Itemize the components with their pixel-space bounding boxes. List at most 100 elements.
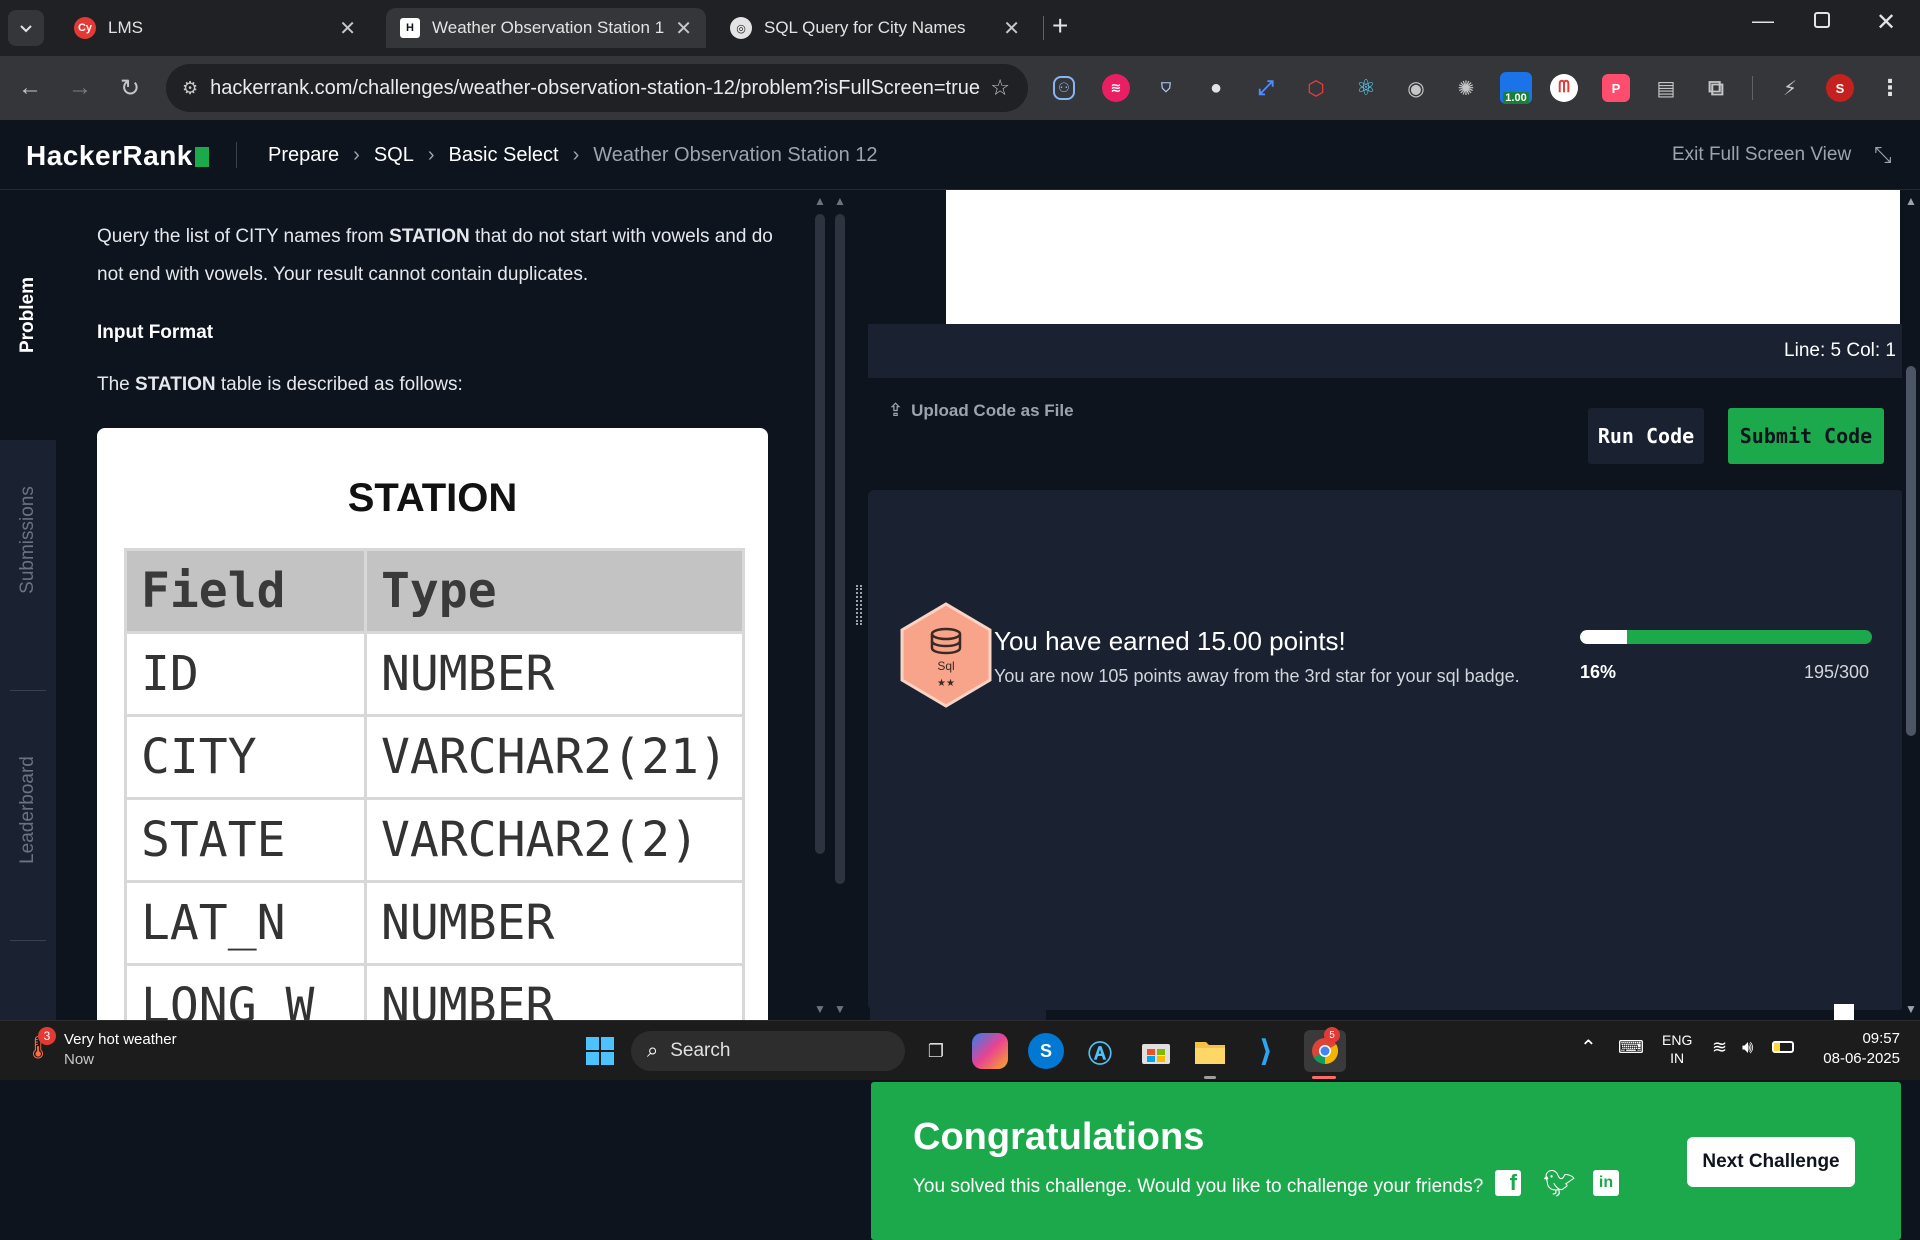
tab-search-button[interactable] <box>8 10 44 46</box>
battery-icon[interactable] <box>1772 1041 1794 1053</box>
header-type: Type <box>364 548 745 634</box>
show-hidden-icons-chevron[interactable]: ⌃ <box>1580 1035 1597 1060</box>
close-tab-icon[interactable]: ✕ <box>675 16 692 41</box>
back-button[interactable]: ← <box>12 70 48 106</box>
tab-leaderboard[interactable]: Leaderboard <box>0 710 56 910</box>
twitter-share-icon[interactable]: 🐦︎ <box>1543 1168 1576 1199</box>
close-tab-icon[interactable]: ✕ <box>339 16 356 41</box>
breadcrumb-prepare[interactable]: Prepare <box>268 144 339 167</box>
arrow-right-icon: → <box>68 74 92 101</box>
tab-lms[interactable]: Cy LMS ✕ <box>60 8 370 48</box>
vscode-icon[interactable]: ⟩ <box>1248 1033 1284 1069</box>
panel-resize-handle[interactable] <box>856 585 862 625</box>
scroll-down-icon[interactable]: ▼ <box>814 1002 826 1016</box>
test-result-tab[interactable] <box>870 984 1046 1020</box>
reload-icon: ↻ <box>119 74 141 102</box>
extension-icon-12[interactable]: P <box>1602 74 1630 102</box>
close-tab-icon[interactable]: ✕ <box>1003 16 1020 41</box>
app-store-icon[interactable]: Ⓐ <box>1082 1033 1118 1069</box>
tab-title: Weather Observation Station 12 <box>432 18 666 37</box>
breadcrumb-basic-select[interactable]: Basic Select <box>449 144 559 167</box>
scroll-to-top-icon[interactable] <box>1834 1004 1854 1020</box>
run-code-button[interactable]: Run Code <box>1588 408 1704 464</box>
microsoft-store-icon[interactable] <box>1138 1033 1174 1069</box>
shield-icon[interactable]: ⛉ <box>1152 74 1180 102</box>
points-earned-text: You have earned 15.00 points! <box>994 626 1346 656</box>
extension-icon-13[interactable]: ▤ <box>1652 74 1680 102</box>
tab-submissions[interactable]: Submissions <box>0 440 56 640</box>
submit-code-button[interactable]: Submit Code <box>1728 408 1884 464</box>
tab-problem[interactable]: Problem <box>0 190 56 440</box>
skype-icon[interactable]: S <box>1028 1033 1064 1069</box>
performance-icon[interactable]: ⚡ <box>1776 74 1804 102</box>
reload-button[interactable]: ↻ <box>112 70 148 106</box>
upload-code-link[interactable]: ⇪ Upload Code as File <box>888 400 1074 421</box>
clock[interactable]: 09:57 08-06-2025 <box>1818 1029 1900 1069</box>
tab-sql-query[interactable]: ◎ SQL Query for City Names ✕ <box>716 8 1034 48</box>
code-editor[interactable] <box>946 190 1900 324</box>
congrats-text: You solved this challenge. Would you lik… <box>913 1176 1484 1197</box>
linkedin-share-icon[interactable]: in <box>1593 1170 1619 1196</box>
profile-avatar[interactable]: S <box>1826 74 1854 102</box>
scroll-up-icon[interactable]: ▲ <box>1905 194 1917 208</box>
task-view-icon[interactable]: ❐ <box>918 1033 954 1069</box>
react-devtools-icon[interactable]: ⚛ <box>1352 74 1380 102</box>
copilot-icon[interactable] <box>972 1033 1008 1069</box>
hackerrank-logo[interactable]: HackerRank <box>26 140 209 172</box>
scroll-up-icon[interactable]: ▲ <box>814 194 826 208</box>
badge-progress-fill <box>1580 630 1627 644</box>
extension-badge-value: 1.00 <box>1503 92 1529 104</box>
extension-icon-6[interactable]: ⬡ <box>1302 74 1330 102</box>
extension-icon-2[interactable]: ≋ <box>1102 74 1130 102</box>
more-menu-icon[interactable]: ⋮ <box>1876 74 1904 102</box>
next-challenge-button[interactable]: Next Challenge <box>1687 1137 1855 1187</box>
language-indicator[interactable]: ENG IN <box>1662 1031 1692 1067</box>
store-bag-icon <box>1142 1044 1170 1064</box>
scroll-down-icon[interactable]: ▼ <box>1905 1002 1917 1016</box>
close-window-button[interactable]: ✕ <box>1876 8 1896 37</box>
table-cell: NUMBER <box>364 631 745 717</box>
file-explorer-icon[interactable] <box>1192 1033 1228 1069</box>
scrollbar-thumb[interactable] <box>815 214 825 854</box>
minimize-button[interactable]: — <box>1752 8 1774 34</box>
windows-start-button[interactable] <box>582 1033 618 1069</box>
extension-icon-1[interactable]: ⚇ <box>1053 76 1075 100</box>
table-row: CITY VARCHAR2(21) <box>124 714 745 800</box>
scrollbar-thumb[interactable] <box>835 214 845 884</box>
extension-icon-9[interactable]: ✺ <box>1452 74 1480 102</box>
weather-title[interactable]: Very hot weather <box>64 1031 177 1048</box>
folder-icon <box>1195 1042 1225 1064</box>
facebook-share-icon[interactable]: f <box>1495 1170 1521 1196</box>
scroll-down-icon[interactable]: ▼ <box>834 1002 846 1016</box>
editor-status-bar: Line: 5 Col: 1 <box>868 324 1906 378</box>
url-text[interactable]: hackerrank.com/challenges/weather-observ… <box>210 77 980 100</box>
extension-icon-8[interactable]: ◉ <box>1402 74 1430 102</box>
extensions-puzzle-icon[interactable]: ⧉ <box>1702 74 1730 102</box>
extension-icon-4[interactable]: ● <box>1202 74 1230 102</box>
taskbar-search-box[interactable]: ⌕ Search <box>631 1031 905 1071</box>
scroll-up-icon[interactable]: ▲ <box>834 194 846 208</box>
site-info-icon[interactable]: ⚙ <box>182 78 198 99</box>
forward-button[interactable]: → <box>62 70 98 106</box>
extension-icon-11[interactable]: ᗰ <box>1550 74 1578 102</box>
collapse-icon[interactable]: ⤡ <box>1874 142 1892 168</box>
keyboard-icon[interactable]: ⌨ <box>1618 1037 1644 1058</box>
volume-icon[interactable]: 🔊︎ <box>1742 1037 1753 1058</box>
wifi-icon[interactable]: ≋ <box>1712 1037 1727 1058</box>
extension-icon-5[interactable]: ⤢ <box>1252 74 1280 102</box>
problem-panel: Query the list of CITY names from STATIO… <box>56 190 810 1020</box>
new-tab-button[interactable]: + <box>1052 10 1068 42</box>
bookmark-star-icon[interactable]: ☆ <box>990 75 1010 101</box>
upload-icon: ⇪ <box>888 400 904 420</box>
tab-weather-observation[interactable]: H Weather Observation Station 12 ✕ <box>386 8 706 48</box>
breadcrumb-sql[interactable]: SQL <box>374 144 414 167</box>
scrollbar-thumb[interactable] <box>1906 366 1916 736</box>
input-format-heading: Input Format <box>97 322 214 343</box>
exit-full-screen-link[interactable]: Exit Full Screen View <box>1672 144 1851 166</box>
address-bar[interactable]: ⚙ hackerrank.com/challenges/weather-obse… <box>166 64 1028 112</box>
arrow-left-icon: ← <box>18 74 42 101</box>
header-field: Field <box>124 548 367 634</box>
table-cell: LONG_W <box>124 963 367 1020</box>
extension-badge[interactable]: 1.00 <box>1500 72 1532 104</box>
restore-button[interactable] <box>1814 12 1830 28</box>
